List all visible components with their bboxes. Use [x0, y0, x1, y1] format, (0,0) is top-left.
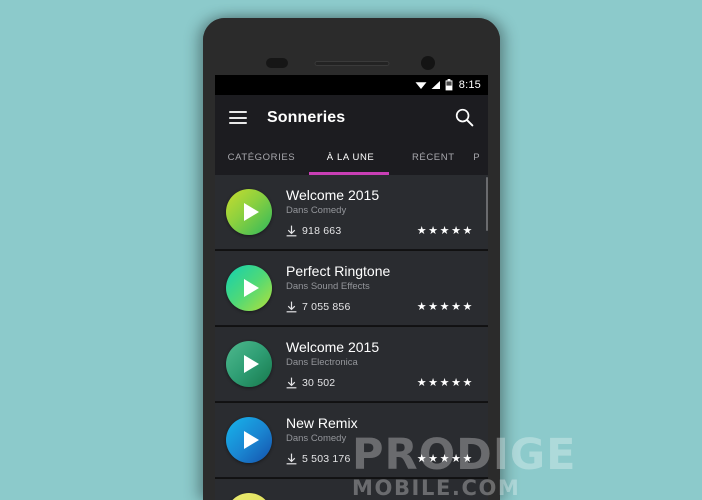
list-item-artist: Dans Electronica [286, 357, 358, 368]
download-count-group: 30 502 [286, 377, 335, 389]
list-item[interactable]: Welcome 2015 Dans Electronica 30 502 ★★★… [215, 327, 488, 402]
download-icon [286, 453, 297, 464]
earpiece-speaker-icon [314, 61, 389, 66]
front-camera-icon [421, 56, 435, 70]
play-triangle-icon [243, 203, 259, 221]
download-count-group: 918 663 [286, 225, 341, 237]
battery-icon [445, 79, 453, 91]
star-rating: ★★★★★ [416, 453, 474, 465]
download-count: 918 663 [302, 224, 342, 237]
list-item-title: Welcome 2015 [286, 187, 380, 203]
play-icon[interactable] [226, 189, 272, 235]
list-item[interactable]: Perfect Ringtone Dans Sound Effects 7 05… [215, 251, 488, 326]
tab-featured[interactable]: À LA UNE [308, 152, 393, 163]
list-item-meta: 918 663 ★★★★★ [286, 224, 476, 237]
ringtone-list[interactable]: Welcome 2015 Dans Comedy 918 663 ★★★★★ P… [215, 175, 488, 500]
play-triangle-icon [243, 279, 259, 297]
play-triangle-icon [243, 355, 259, 373]
phone-top-bezel [203, 18, 500, 75]
tab-categories[interactable]: CATÉGORIES [215, 152, 308, 163]
list-item-info: Welcome 2015 Dans Comedy 918 663 ★★★★★ [286, 187, 476, 237]
list-item-artist: Dans Comedy [286, 205, 347, 216]
star-rating: ★★★★★ [416, 225, 474, 237]
star-rating: ★★★★★ [416, 377, 474, 389]
list-item-info: Welcome 2015 Dans Electronica 30 502 ★★★… [286, 339, 476, 389]
status-bar-clock: 8:15 [458, 79, 481, 91]
list-item[interactable]: Welcome 2015 Dans Comedy 918 663 ★★★★★ [215, 175, 488, 250]
scrollbar-thumb[interactable] [486, 177, 488, 231]
download-icon [286, 301, 297, 312]
app-bar: Sonneries [215, 95, 488, 140]
list-item-title: Perfect Ringtone [286, 263, 391, 279]
tab-next-clipped[interactable]: P [473, 152, 488, 163]
list-item-artist: Dans Comedy [286, 433, 347, 444]
play-triangle-icon [243, 431, 259, 449]
signal-icon [431, 81, 440, 89]
search-icon[interactable] [455, 108, 474, 127]
download-count-group: 5 503 176 [286, 453, 351, 465]
list-item-info: Perfect Ringtone Dans Sound Effects 7 05… [286, 263, 476, 313]
play-icon[interactable] [226, 341, 272, 387]
list-item-meta: 30 502 ★★★★★ [286, 376, 476, 389]
list-item[interactable]: New Remix Dans Comedy 5 503 176 ★★★★★ [215, 403, 488, 478]
download-icon [286, 377, 297, 388]
list-item-title: Welcome 2015 [286, 339, 380, 355]
tab-bar: CATÉGORIES À LA UNE RÉCENT P [215, 140, 488, 175]
phone-screen: 8:15 Sonneries CATÉGORIES À LA UNE RÉCEN… [215, 75, 488, 500]
download-count: 7 055 856 [302, 300, 351, 313]
wifi-icon [415, 82, 427, 89]
status-bar: 8:15 [215, 75, 488, 95]
download-icon [286, 225, 297, 236]
phone-device: 8:15 Sonneries CATÉGORIES À LA UNE RÉCEN… [203, 18, 500, 500]
download-count: 5 503 176 [302, 452, 351, 465]
play-icon[interactable] [226, 265, 272, 311]
proximity-sensor-icon [266, 58, 288, 68]
list-item-meta: 5 503 176 ★★★★★ [286, 452, 476, 465]
list-item-info: New Remix Dans Comedy 5 503 176 ★★★★★ [286, 415, 476, 465]
list-item-meta: 7 055 856 ★★★★★ [286, 300, 476, 313]
list-scrollbar[interactable] [486, 175, 488, 500]
hamburger-menu-icon[interactable] [229, 111, 247, 124]
play-icon[interactable] [226, 417, 272, 463]
app-title: Sonneries [267, 108, 346, 126]
tab-recent[interactable]: RÉCENT [393, 152, 473, 163]
download-count: 30 502 [302, 376, 336, 389]
star-rating: ★★★★★ [416, 301, 474, 313]
list-item[interactable]: Minion Ding Ding [215, 479, 488, 500]
download-count-group: 7 055 856 [286, 301, 351, 313]
list-item-artist: Dans Sound Effects [286, 281, 370, 292]
list-item-title: New Remix [286, 415, 358, 431]
play-icon[interactable] [226, 493, 272, 500]
